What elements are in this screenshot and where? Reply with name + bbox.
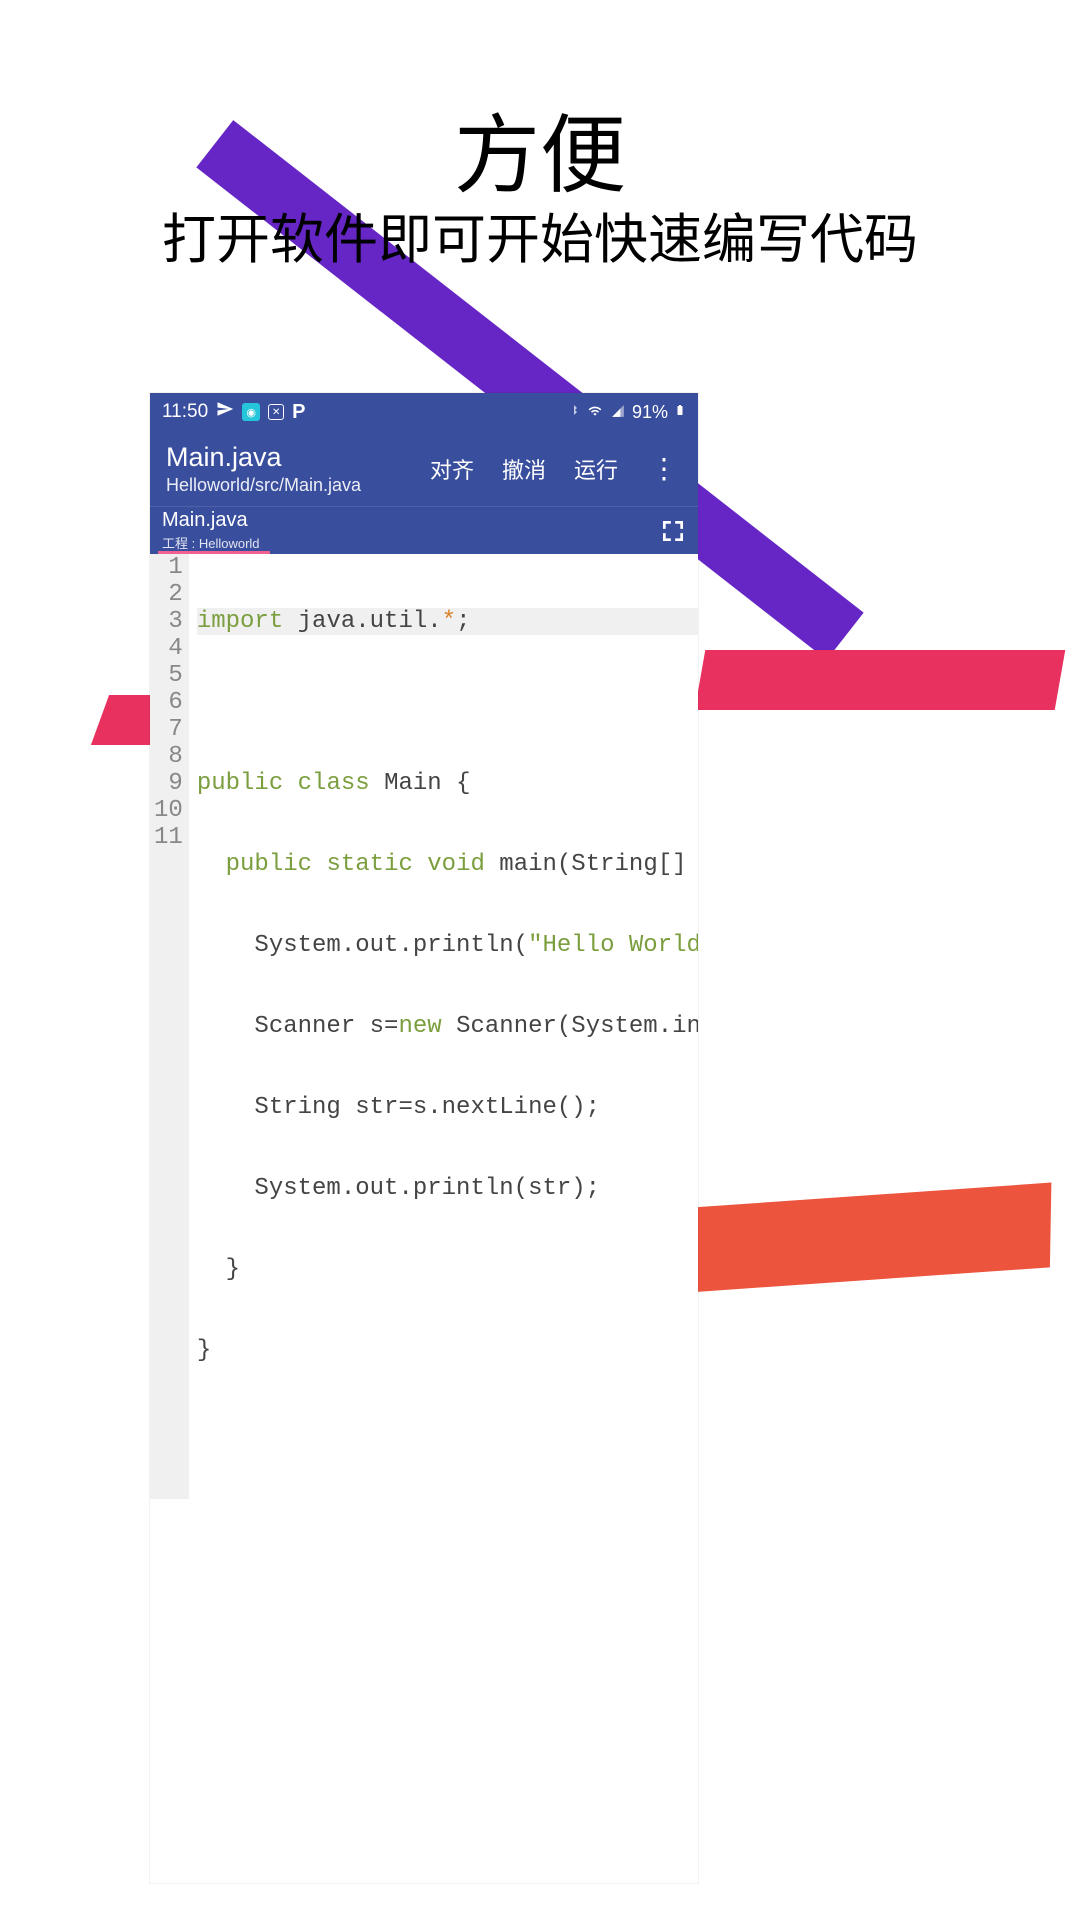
battery-percent: 91%	[632, 402, 668, 423]
line-number-gutter: 1 2 3 4 5 6 7 8 9 10 11	[150, 554, 189, 1499]
line-number: 11	[154, 824, 183, 851]
tab-bar: Main.java 工程 : Helloworld	[150, 506, 698, 554]
line-number: 1	[154, 554, 183, 581]
line-number: 3	[154, 608, 183, 635]
promo-title: 方便	[0, 85, 1080, 210]
code-line: String str=s.nextLine();	[197, 1094, 698, 1121]
app-file-path: Helloworld/src/Main.java	[166, 475, 361, 496]
tab-project-label: 工程 : Helloworld	[162, 533, 260, 552]
status-bar: 11:50 ◉ ✕ P 91%	[150, 393, 698, 431]
code-line: System.out.println(str);	[197, 1175, 698, 1202]
code-line: }	[197, 1337, 698, 1364]
more-menu-button[interactable]: ⋮	[646, 455, 682, 483]
camera-icon: ◉	[242, 403, 260, 421]
line-number: 8	[154, 743, 183, 770]
promo-subtitle: 打开软件即可开始快速编写代码	[0, 195, 1080, 274]
code-line: }	[197, 1256, 698, 1283]
code-line: import java.util.*;	[197, 608, 698, 635]
expand-icon[interactable]	[660, 518, 686, 544]
badge-icon: ✕	[268, 404, 284, 420]
line-number: 4	[154, 635, 183, 662]
line-number: 9	[154, 770, 183, 797]
tab-indicator	[158, 551, 270, 554]
code-editor[interactable]: 1 2 3 4 5 6 7 8 9 10 11 import java.util…	[150, 554, 698, 1499]
signal-icon	[610, 402, 626, 423]
wifi-icon	[586, 402, 604, 423]
undo-button[interactable]: 撤消	[502, 453, 546, 485]
align-button[interactable]: 对齐	[430, 453, 474, 485]
code-content[interactable]: import java.util.*; public class Main { …	[189, 554, 698, 1499]
line-number: 7	[154, 716, 183, 743]
code-line: public class Main {	[197, 770, 698, 797]
telegram-icon	[216, 400, 234, 424]
decorative-stripe-red-bottom	[689, 1183, 1052, 1293]
decorative-stripe-pink-right	[695, 650, 1066, 710]
tab-item[interactable]: Main.java 工程 : Helloworld	[162, 509, 260, 552]
status-time: 11:50	[162, 401, 208, 423]
p-icon: P	[292, 401, 305, 424]
app-bar: Main.java Helloworld/src/Main.java 对齐 撤消…	[150, 431, 698, 506]
code-line	[197, 1418, 698, 1445]
line-number: 6	[154, 689, 183, 716]
code-line: Scanner s=new Scanner(System.in	[197, 1013, 698, 1040]
line-number: 2	[154, 581, 183, 608]
tab-filename: Main.java	[162, 509, 260, 532]
battery-icon	[674, 401, 686, 424]
code-line: System.out.println("Hello World	[197, 932, 698, 959]
code-line: public static void main(String[]	[197, 851, 698, 878]
line-number: 5	[154, 662, 183, 689]
bluetooth-icon	[568, 402, 580, 423]
app-title: Main.java	[166, 442, 361, 473]
run-button[interactable]: 运行	[574, 453, 618, 485]
phone-screenshot: 11:50 ◉ ✕ P 91% Main.java	[150, 393, 698, 1883]
code-line	[197, 689, 698, 716]
line-number: 10	[154, 797, 183, 824]
